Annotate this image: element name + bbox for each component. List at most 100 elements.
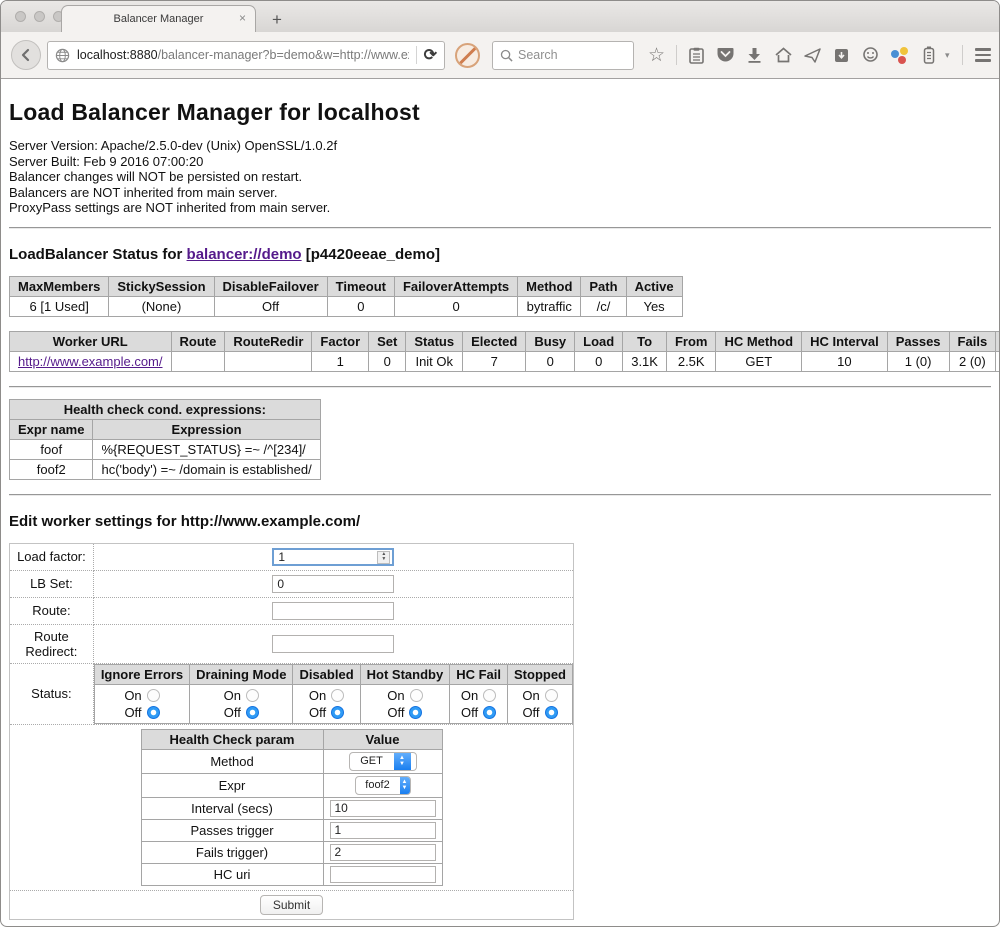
tab-balancer-manager[interactable]: Balancer Manager ×	[61, 5, 256, 32]
radio-label: Off	[387, 704, 404, 721]
column-header: To	[623, 331, 667, 351]
param-label: Fails trigger)	[141, 841, 323, 863]
param-label: Method	[141, 749, 323, 773]
readinglist-icon[interactable]	[684, 41, 709, 69]
route-redirect-input[interactable]	[272, 635, 394, 653]
interval-input[interactable]	[330, 800, 436, 817]
hot-standby-off-radio[interactable]	[409, 706, 422, 719]
column-header: Draining Mode	[190, 664, 293, 684]
worker-url-link[interactable]: http://www.example.com/	[18, 354, 163, 369]
select-stepper-icon: ▲▼	[400, 777, 410, 794]
download-icon[interactable]	[742, 41, 767, 69]
method-select[interactable]: GET ▲▼	[349, 752, 417, 771]
form-row-submit: Submit	[10, 890, 574, 919]
page-title: Load Balancer Manager for localhost	[9, 99, 991, 126]
minimize-window-button[interactable]	[34, 11, 45, 22]
column-header: HC uri	[996, 331, 1000, 351]
disabled-off-radio[interactable]	[331, 706, 344, 719]
battery-icon[interactable]	[916, 41, 941, 69]
send-icon[interactable]	[800, 41, 825, 69]
hc-param-row-hc-uri: HC uri	[141, 863, 442, 885]
colored-dots-icon[interactable]	[887, 41, 912, 69]
selected-value: GET	[350, 753, 394, 770]
lb-set-input[interactable]	[272, 575, 394, 593]
server-info: Server Version: Apache/2.5.0-dev (Unix) …	[9, 138, 991, 216]
column-header: Busy	[526, 331, 575, 351]
hc-fail-off-radio[interactable]	[483, 706, 496, 719]
divider	[9, 386, 991, 388]
overflow-caret-icon[interactable]: ▾	[945, 50, 955, 61]
route-input[interactable]	[272, 602, 394, 620]
address-text[interactable]: localhost:8880/balancer-manager?b=demo&w…	[77, 48, 409, 62]
number-spinner-icon[interactable]: ▲▼	[377, 551, 390, 564]
back-button[interactable]	[11, 40, 41, 70]
expr-value: hc('body') =~ /domain is established/	[93, 459, 320, 479]
column-header: Hot Standby	[360, 664, 450, 684]
search-input[interactable]	[518, 48, 618, 62]
server-built-line: Server Built: Feb 9 2016 07:00:20	[9, 154, 991, 170]
stopped-on-radio[interactable]	[545, 689, 558, 702]
server-version-line: Server Version: Apache/2.5.0-dev (Unix) …	[9, 138, 991, 154]
column-header: Status	[406, 331, 463, 351]
hc-param-row-fails: Fails trigger)	[141, 841, 442, 863]
select-stepper-icon: ▲▼	[394, 753, 411, 770]
submit-button[interactable]: Submit	[260, 895, 323, 915]
balancer-status-heading: LoadBalancer Status for balancer://demo …	[9, 246, 991, 263]
stopped-off-radio[interactable]	[545, 706, 558, 719]
disabled-on-radio[interactable]	[331, 689, 344, 702]
field-label: Status:	[10, 663, 94, 724]
radio-label: On	[124, 687, 141, 704]
passes-input[interactable]	[330, 822, 436, 839]
fails-input[interactable]	[330, 844, 436, 861]
draining-mode-on-radio[interactable]	[246, 689, 259, 702]
menu-icon[interactable]	[970, 41, 995, 69]
status-group-stopped: On Off	[508, 684, 573, 723]
column-header: Elected	[463, 331, 526, 351]
back-icon	[19, 48, 33, 62]
browser-window: Balancer Manager × + localhost:8880/bala…	[0, 0, 1000, 927]
column-header: Disabled	[293, 664, 360, 684]
notice-line: ProxyPass settings are NOT inherited fro…	[9, 200, 991, 216]
column-header: Factor	[312, 331, 369, 351]
column-header: Active	[626, 276, 682, 296]
search-bar[interactable]	[492, 41, 634, 70]
notice-line: Balancers are NOT inherited from main se…	[9, 185, 991, 201]
expr-select[interactable]: foof2 ▲▼	[355, 776, 411, 795]
chat-smiley-icon[interactable]	[858, 41, 883, 69]
new-tab-button[interactable]: +	[272, 13, 282, 27]
bookmark-star-icon[interactable]: ☆	[644, 41, 669, 69]
hot-standby-on-radio[interactable]	[410, 689, 423, 702]
page-content: Load Balancer Manager for localhost Serv…	[1, 99, 999, 927]
table-row: 6 [1 Used] (None) Off 0 0 bytraffic /c/ …	[10, 296, 683, 316]
column-header: Passes	[887, 331, 949, 351]
toolbar-separator	[676, 45, 677, 65]
table-cell: 0	[526, 351, 575, 371]
column-header: Health Check param	[141, 729, 323, 749]
navigation-toolbar: localhost:8880/balancer-manager?b=demo&w…	[1, 32, 999, 79]
urlbar-divider	[416, 46, 417, 64]
table-cell: bytraffic	[518, 296, 581, 316]
table-cell: 2.5K	[666, 351, 716, 371]
close-window-button[interactable]	[15, 11, 26, 22]
load-factor-input[interactable]	[272, 548, 394, 566]
home-icon[interactable]	[771, 41, 796, 69]
hc-uri-input[interactable]	[330, 866, 436, 883]
tab-close-icon[interactable]: ×	[239, 12, 246, 24]
url-bar[interactable]: localhost:8880/balancer-manager?b=demo&w…	[47, 41, 445, 70]
block-icon[interactable]	[455, 43, 480, 68]
draining-mode-off-radio[interactable]	[246, 706, 259, 719]
ignore-errors-off-radio[interactable]	[147, 706, 160, 719]
radio-label: Off	[224, 704, 241, 721]
expr-value: %{REQUEST_STATUS} =~ /^[234]/	[93, 439, 320, 459]
reload-icon[interactable]: ⟳	[424, 45, 437, 65]
ignore-errors-on-radio[interactable]	[147, 689, 160, 702]
field-label: Route:	[10, 597, 94, 624]
radio-label: On	[224, 687, 241, 704]
hc-fail-on-radio[interactable]	[483, 689, 496, 702]
pocket-icon[interactable]	[713, 41, 738, 69]
balancer-demo-link[interactable]: balancer://demo	[187, 246, 302, 263]
hc-param-row-passes: Passes trigger	[141, 819, 442, 841]
column-header: Set	[369, 331, 406, 351]
table-cell: 0	[369, 351, 406, 371]
frame-arrow-icon[interactable]	[829, 41, 854, 69]
